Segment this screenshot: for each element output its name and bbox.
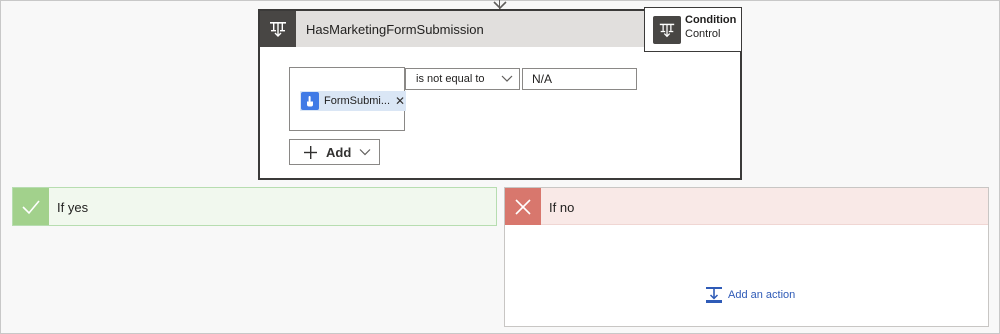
add-action-label: Add an action xyxy=(728,289,796,301)
condition-icon xyxy=(260,11,296,47)
close-icon xyxy=(505,188,541,225)
if-no-label: If no xyxy=(549,200,575,215)
action-type-popup[interactable]: Condition Control xyxy=(644,7,742,52)
popup-title: Condition xyxy=(685,14,737,26)
plus-icon xyxy=(304,145,317,159)
if-yes-header[interactable]: If yes xyxy=(13,188,496,225)
popup-subtitle: Control xyxy=(685,28,721,40)
token-remove-icon[interactable]: ✕ xyxy=(395,94,405,108)
condition-card[interactable]: HasMarketingFormSubmission Condition Con… xyxy=(258,7,742,180)
chevron-down-icon xyxy=(359,149,371,156)
value-input[interactable] xyxy=(522,68,637,90)
add-action-icon xyxy=(706,287,722,303)
chevron-down-icon xyxy=(501,75,513,82)
operator-selected: is not equal to xyxy=(416,73,485,85)
add-button[interactable]: Add xyxy=(289,139,380,165)
dynamic-content-token[interactable]: FormSubmi... ✕ xyxy=(300,91,406,111)
condition-title: HasMarketingFormSubmission xyxy=(306,22,484,37)
if-yes-branch[interactable]: If yes xyxy=(12,187,497,226)
if-no-branch[interactable]: If no Add an action xyxy=(504,187,989,327)
touch-hand-icon xyxy=(301,92,319,110)
if-no-header[interactable]: If no xyxy=(505,188,988,225)
left-operand-field[interactable]: FormSubmi... ✕ xyxy=(289,67,406,131)
if-yes-label: If yes xyxy=(57,200,89,215)
checkmark-icon xyxy=(13,188,49,225)
add-action-link[interactable]: Add an action xyxy=(705,286,795,304)
operator-dropdown[interactable]: is not equal to xyxy=(405,68,520,90)
token-label: FormSubmi... xyxy=(324,95,390,107)
condition-icon xyxy=(653,16,681,44)
add-button-label: Add xyxy=(326,144,352,160)
